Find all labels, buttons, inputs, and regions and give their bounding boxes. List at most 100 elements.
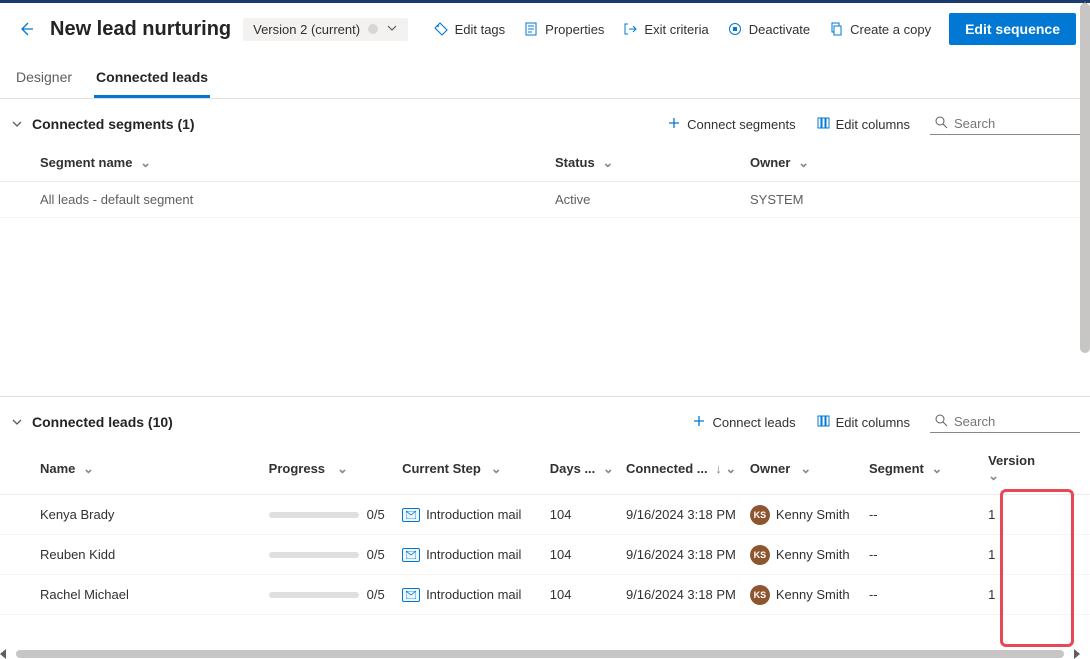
properties-icon	[523, 21, 539, 37]
back-button[interactable]	[14, 17, 38, 41]
cell-connected: 9/16/2024 3:18 PM	[626, 587, 750, 602]
cell-step: Introduction mail	[402, 507, 550, 522]
cell-step: Introduction mail	[402, 547, 550, 562]
progress-bar	[269, 512, 359, 518]
deactivate-button[interactable]: Deactivate	[727, 21, 810, 37]
search-icon	[934, 413, 948, 430]
col-version[interactable]: Version ⌄	[988, 453, 1050, 484]
table-row[interactable]: Reuben Kidd 0/5 Introduction mail 104 9/…	[0, 535, 1090, 575]
col-owner[interactable]: Owner ⌄	[750, 155, 1050, 171]
collapse-leads-icon[interactable]	[10, 415, 24, 429]
segments-search-input[interactable]	[954, 116, 1076, 131]
col-current-step[interactable]: Current Step ⌄	[402, 461, 550, 477]
action-bar: Edit tags Properties Exit criteria Deact…	[433, 13, 1076, 45]
cell-segment: --	[869, 507, 988, 522]
avatar: KS	[750, 585, 770, 605]
connect-leads-button[interactable]: Connect leads	[692, 414, 795, 431]
segments-section-header: Connected segments (1) Connect segments …	[0, 99, 1090, 145]
tab-connected-leads[interactable]: Connected leads	[94, 59, 210, 98]
col-progress[interactable]: Progress ⌄	[269, 461, 402, 477]
table-row[interactable]: All leads - default segment Active SYSTE…	[0, 182, 1090, 218]
exit-icon	[622, 21, 638, 37]
copy-icon	[828, 21, 844, 37]
mail-icon	[402, 548, 420, 562]
plus-icon	[692, 414, 706, 431]
version-label: Version 2 (current)	[253, 22, 360, 37]
chevron-down-icon: ⌄	[136, 155, 151, 170]
edit-columns-segments-button[interactable]: Edit columns	[816, 116, 910, 133]
horizontal-scrollbar[interactable]	[0, 649, 1080, 659]
cell-version: 1	[988, 587, 1050, 602]
cell-version: 1	[988, 507, 1050, 522]
leads-title: Connected leads (10)	[32, 414, 173, 430]
page-header: New lead nurturing Version 2 (current) E…	[0, 3, 1090, 59]
cell-owner: KSKenny Smith	[750, 585, 869, 605]
cell-owner: SYSTEM	[750, 192, 1050, 207]
exit-criteria-button[interactable]: Exit criteria	[622, 21, 708, 37]
col-status[interactable]: Status ⌄	[555, 155, 750, 171]
cell-days: 104	[550, 547, 626, 562]
cell-days: 104	[550, 587, 626, 602]
cell-name: Rachel Michael	[40, 587, 269, 602]
page-title: New lead nurturing	[50, 18, 231, 41]
scroll-thumb[interactable]	[1080, 3, 1090, 353]
progress-bar	[269, 592, 359, 598]
cell-name: Reuben Kidd	[40, 547, 269, 562]
cell-status: Active	[555, 192, 750, 207]
cell-owner: KSKenny Smith	[750, 505, 869, 525]
edit-sequence-button[interactable]: Edit sequence	[949, 13, 1076, 45]
edit-columns-leads-button[interactable]: Edit columns	[816, 414, 910, 431]
segments-table: Segment name ⌄ Status ⌄ Owner ⌄ All lead…	[0, 145, 1090, 218]
columns-icon	[816, 414, 830, 431]
col-connected[interactable]: Connected ... ↓ ⌄	[626, 461, 750, 477]
table-row[interactable]: Rachel Michael 0/5 Introduction mail 104…	[0, 575, 1090, 615]
cell-step: Introduction mail	[402, 587, 550, 602]
cell-name: Kenya Brady	[40, 507, 269, 522]
col-days[interactable]: Days ... ⌄	[550, 461, 626, 477]
leads-section-header: Connected leads (10) Connect leads Edit …	[0, 397, 1090, 443]
collapse-segments-icon[interactable]	[10, 117, 24, 131]
properties-button[interactable]: Properties	[523, 21, 604, 37]
search-icon	[934, 115, 948, 132]
col-segment-name[interactable]: Segment name ⌄	[40, 155, 555, 171]
chevron-down-icon: ⌄	[794, 155, 809, 170]
vertical-scrollbar[interactable]	[1080, 3, 1090, 649]
deactivate-icon	[727, 21, 743, 37]
version-dropdown[interactable]: Version 2 (current)	[243, 18, 408, 41]
sort-down-icon: ↓ ⌄	[712, 461, 737, 476]
cell-progress: 0/5	[269, 547, 402, 562]
chevron-down-icon: ⌄	[599, 155, 614, 170]
col-owner[interactable]: Owner ⌄	[750, 461, 869, 477]
version-status-dot	[368, 24, 378, 34]
avatar: KS	[750, 545, 770, 565]
cell-connected: 9/16/2024 3:18 PM	[626, 547, 750, 562]
scroll-thumb[interactable]	[16, 650, 1064, 658]
cell-progress: 0/5	[269, 587, 402, 602]
cell-segment: --	[869, 587, 988, 602]
segments-title: Connected segments (1)	[32, 116, 195, 132]
progress-bar	[269, 552, 359, 558]
edit-tags-button[interactable]: Edit tags	[433, 21, 506, 37]
cell-connected: 9/16/2024 3:18 PM	[626, 507, 750, 522]
cell-progress: 0/5	[269, 507, 402, 522]
leads-search[interactable]	[930, 411, 1080, 433]
chevron-down-icon	[386, 22, 398, 37]
col-name[interactable]: Name ⌄	[40, 461, 269, 477]
columns-icon	[816, 116, 830, 133]
mail-icon	[402, 508, 420, 522]
leads-search-input[interactable]	[954, 414, 1076, 429]
tab-designer[interactable]: Designer	[14, 59, 74, 98]
cell-segment-name: All leads - default segment	[40, 192, 555, 207]
tab-bar: Designer Connected leads	[0, 59, 1090, 99]
connect-segments-button[interactable]: Connect segments	[667, 116, 795, 133]
cell-days: 104	[550, 507, 626, 522]
tag-icon	[433, 21, 449, 37]
segments-search[interactable]	[930, 113, 1080, 135]
cell-segment: --	[869, 547, 988, 562]
leads-table-header: Name ⌄ Progress ⌄ Current Step ⌄ Days ..…	[0, 443, 1090, 495]
mail-icon	[402, 588, 420, 602]
create-copy-button[interactable]: Create a copy	[828, 21, 931, 37]
avatar: KS	[750, 505, 770, 525]
col-segment[interactable]: Segment ⌄	[869, 461, 988, 477]
table-row[interactable]: Kenya Brady 0/5 Introduction mail 104 9/…	[0, 495, 1090, 535]
